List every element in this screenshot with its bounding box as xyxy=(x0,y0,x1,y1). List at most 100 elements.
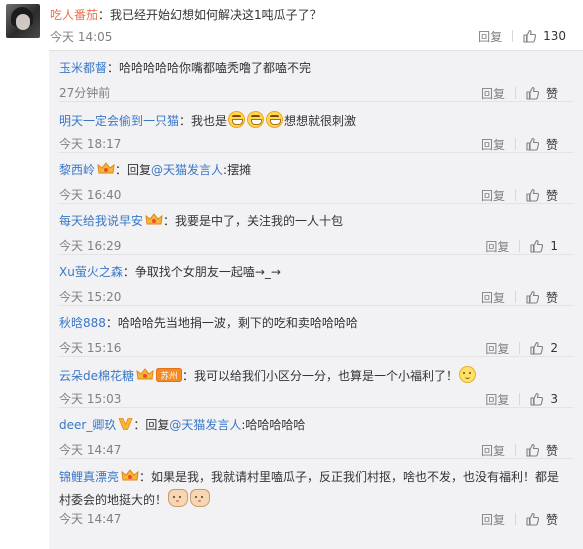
comment-text: ：我也是 xyxy=(179,114,228,128)
thumbs-up-icon xyxy=(526,443,539,457)
reply-button[interactable]: 回复 xyxy=(481,289,505,306)
comment-line: 黎西岭 ：回复@天猫发言人:摆摊 xyxy=(59,162,569,180)
comment-text: :摆摊 xyxy=(223,163,252,177)
comment-line: Xu萤火之森：争取找个女朋友一起嗑→_→ xyxy=(59,264,569,280)
comment-actions: 回复 赞 xyxy=(481,187,558,203)
comment-text: ：哈哈哈先当地捐一波，剩下的吃和卖哈哈哈哈 xyxy=(105,316,358,330)
reply-prefix: ：回复 xyxy=(133,418,170,432)
reply-button[interactable]: 回复 xyxy=(478,28,502,45)
author-name[interactable]: 黎西岭 xyxy=(59,163,95,177)
vip-crown-icon xyxy=(97,162,115,180)
thumbs-up-icon xyxy=(523,29,537,43)
thumbs-up-icon xyxy=(526,86,539,100)
timestamp: 今天 15:03 xyxy=(59,392,122,406)
timestamp: 今天 14:47 xyxy=(59,512,122,526)
reply-prefix: ：回复 xyxy=(115,163,152,177)
divider xyxy=(514,291,516,303)
comment-line: 每天给我说早安 ：我要是中了，关注我的一人十包 xyxy=(59,213,569,231)
reply-button[interactable]: 回复 xyxy=(485,340,509,357)
author-name[interactable]: 每天给我说早安 xyxy=(59,214,143,228)
comment-text: :哈哈哈哈哈 xyxy=(241,418,306,432)
timestamp: 今天 15:20 xyxy=(59,290,122,304)
like-button[interactable]: 3 xyxy=(530,392,558,406)
list-item: 每天给我说早安 ：我要是中了，关注我的一人十包 今天 16:29 回复 1 xyxy=(49,204,583,255)
city-badge-icon: 苏州 xyxy=(156,368,183,386)
comment-actions: 回复 赞 xyxy=(481,511,558,527)
cat-emoji-icon xyxy=(190,489,211,507)
reply-button[interactable]: 回复 xyxy=(485,391,509,408)
thumbs-up-icon xyxy=(530,341,544,355)
comment-line: 明天一定会偷到一只猫：我也是 想想就很刺激 xyxy=(59,111,569,129)
list-item: deer_卿玖 ：回复@天猫发言人:哈哈哈哈哈 今天 14:47 回复 赞 xyxy=(49,408,583,459)
reply-button[interactable]: 回复 xyxy=(481,136,505,153)
divider xyxy=(514,87,516,99)
blush-emoji-icon xyxy=(459,366,477,383)
author-name[interactable]: 吃人番茄 xyxy=(50,8,98,22)
comment-actions: 回复 3 xyxy=(485,391,558,407)
vip-crown-icon xyxy=(145,213,163,231)
like-count: 赞 xyxy=(545,512,558,527)
comment-actions: 回复 1 xyxy=(485,238,558,254)
reply-button[interactable]: 回复 xyxy=(481,511,505,528)
author-name[interactable]: 明天一定会偷到一只猫 xyxy=(59,114,179,128)
divider xyxy=(514,189,516,201)
mention-link[interactable]: @天猫发言人 xyxy=(151,163,223,177)
author-name[interactable]: 锦鲤真漂亮 xyxy=(59,470,119,484)
reply-button[interactable]: 回复 xyxy=(481,442,505,459)
divider xyxy=(512,30,514,42)
comment-actions: 回复 130 xyxy=(478,28,566,44)
author-name[interactable]: 云朵de棉花糖 xyxy=(59,369,134,383)
timestamp: 今天 14:05 xyxy=(50,30,113,44)
like-button[interactable]: 赞 xyxy=(526,136,558,153)
grin-emoji-icon xyxy=(266,111,284,128)
avatar[interactable] xyxy=(6,4,40,38)
reply-button[interactable]: 回复 xyxy=(485,238,509,255)
like-button[interactable]: 赞 xyxy=(526,85,558,102)
like-count: 130 xyxy=(543,29,566,43)
thumbs-up-icon xyxy=(530,239,544,253)
like-button[interactable]: 130 xyxy=(523,29,566,43)
comment-actions: 回复 赞 xyxy=(481,289,558,305)
author-name[interactable]: Xu萤火之森 xyxy=(59,265,123,279)
comment-text: ：我要是中了，关注我的一人十包 xyxy=(163,214,344,228)
author-name[interactable]: 玉米都督 xyxy=(59,61,107,75)
comment-line: 吃人番茄：我已经开始幻想如何解决这1吨瓜子了？ xyxy=(50,6,322,23)
divider xyxy=(519,393,521,405)
list-item: 玉米都督：哈哈哈哈哈你嘴都嗑秃噜了都嗑不完 27分钟前 回复 赞 xyxy=(49,51,583,102)
timestamp: 今天 16:40 xyxy=(59,188,122,202)
divider xyxy=(519,240,521,252)
comment-actions: 回复 2 xyxy=(485,340,558,356)
like-button[interactable]: 赞 xyxy=(526,511,558,528)
cat-emoji-icon xyxy=(168,489,189,507)
like-count: 2 xyxy=(550,341,558,355)
divider xyxy=(519,342,521,354)
comment-line: deer_卿玖 ：回复@天猫发言人:哈哈哈哈哈 xyxy=(59,417,569,435)
comment-line: 秋晗888：哈哈哈先当地捐一波，剩下的吃和卖哈哈哈哈 xyxy=(59,315,569,331)
grin-emoji-icon xyxy=(247,111,265,128)
comment-line: 云朵de棉花糖 苏州 ：我可以给我们小区分一分，也算是一个小福利了！ xyxy=(59,366,569,386)
like-count: 3 xyxy=(550,392,558,406)
reply-button[interactable]: 回复 xyxy=(481,85,505,102)
comment-text-after: 想想就很刺激 xyxy=(284,114,357,128)
like-button[interactable]: 赞 xyxy=(526,442,558,459)
mention-link[interactable]: @天猫发言人 xyxy=(169,418,241,432)
like-count: 1 xyxy=(550,239,558,253)
divider xyxy=(514,444,516,456)
vip-crown-icon xyxy=(136,368,154,386)
reply-list: 玉米都督：哈哈哈哈哈你嘴都嗑秃噜了都嗑不完 27分钟前 回复 赞 明天一定会偷到… xyxy=(49,50,583,549)
thumbs-up-icon xyxy=(526,137,539,151)
comment-actions: 回复 赞 xyxy=(481,442,558,458)
like-button[interactable]: 1 xyxy=(530,239,558,253)
comment-text: ：我已经开始幻想如何解决这1吨瓜子了？ xyxy=(98,8,322,22)
comment-text: ：争取找个女朋友一起嗑→_→ xyxy=(122,265,281,279)
author-name[interactable]: deer_卿玖 xyxy=(59,418,116,432)
reply-button[interactable]: 回复 xyxy=(481,187,505,204)
list-item: 云朵de棉花糖 苏州 ：我可以给我们小区分一分，也算是一个小福利了！ 今天 15:0… xyxy=(49,357,583,408)
list-item: 秋晗888：哈哈哈先当地捐一波，剩下的吃和卖哈哈哈哈 今天 15:16 回复 2 xyxy=(49,306,583,357)
like-button[interactable]: 赞 xyxy=(526,289,558,306)
list-item: 明天一定会偷到一只猫：我也是 想想就很刺激 今天 18:17 回复 赞 xyxy=(49,102,583,153)
comment-text: ：哈哈哈哈哈你嘴都嗑秃噜了都嗑不完 xyxy=(107,61,312,75)
author-name[interactable]: 秋晗888 xyxy=(59,316,106,330)
like-button[interactable]: 赞 xyxy=(526,187,558,204)
like-button[interactable]: 2 xyxy=(530,341,558,355)
